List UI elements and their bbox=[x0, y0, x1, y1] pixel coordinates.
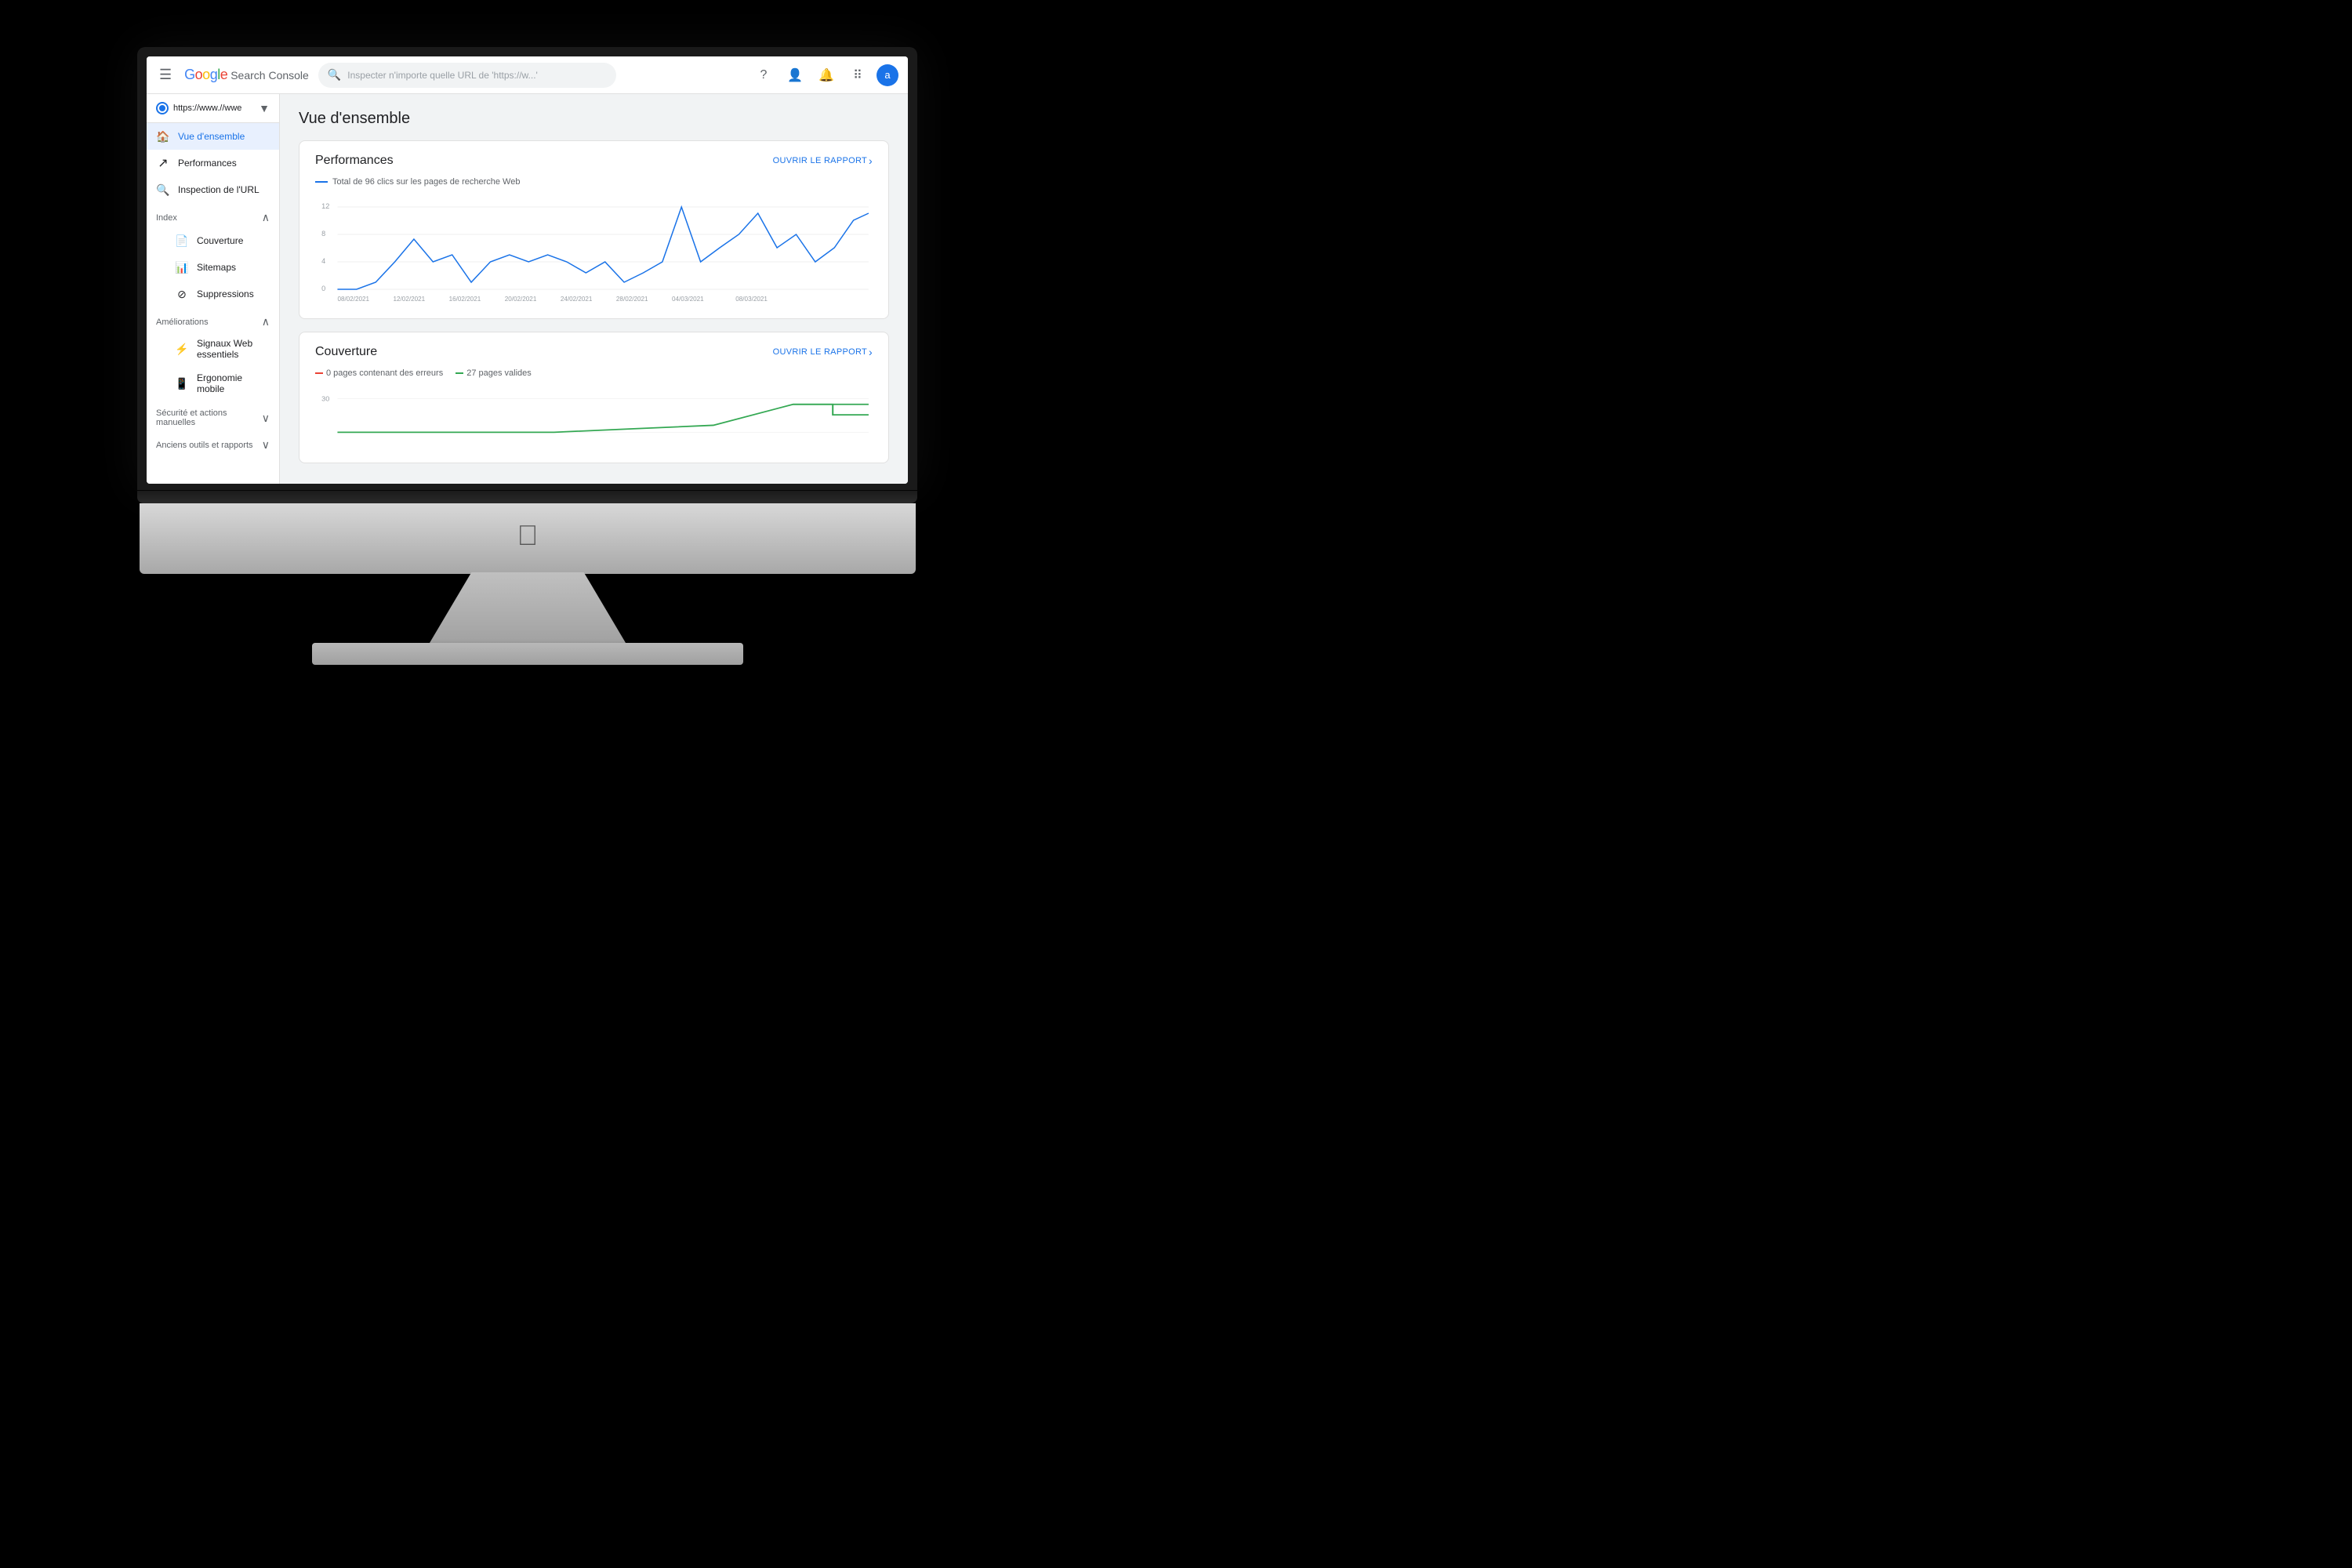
sidebar-item-label: Suppressions bbox=[197, 289, 254, 299]
coverage-icon: 📄 bbox=[175, 234, 189, 248]
apps-icon[interactable]: ⠿ bbox=[845, 63, 870, 88]
valid-legend: 27 pages valides bbox=[456, 368, 532, 378]
legend-line bbox=[315, 181, 328, 183]
card-header: Performances OUVRIR LE RAPPORT › bbox=[299, 141, 888, 174]
coverage-valid-line bbox=[337, 405, 868, 433]
svg-text:16/02/2021: 16/02/2021 bbox=[449, 296, 481, 303]
couverture-card: Couverture OUVRIR LE RAPPORT › 0 pages c… bbox=[299, 332, 889, 463]
sidebar-section-ameliorations[interactable]: Améliorations ∧ bbox=[147, 307, 279, 332]
svg-text:12: 12 bbox=[321, 202, 329, 210]
sidebar-section-index[interactable]: Index ∧ bbox=[147, 203, 279, 227]
navbar: ☰ Google Search Console 🔍 Inspecter n'im… bbox=[147, 56, 908, 94]
chevron-right-icon: › bbox=[869, 346, 873, 358]
notifications-icon[interactable]: 🔔 bbox=[814, 63, 839, 88]
card-subtitle: Total de 96 clics sur les pages de reche… bbox=[299, 174, 888, 193]
sidebar-item-suppressions[interactable]: ⊘ Suppressions bbox=[165, 281, 279, 307]
ameliorations-items: ⚡ Signaux Web essentiels 📱 Ergonomie mob… bbox=[147, 332, 279, 401]
card-title: Performances bbox=[315, 154, 394, 168]
sidebar-item-label: Signaux Web essentiels bbox=[197, 338, 270, 360]
svg-text:12/02/2021: 12/02/2021 bbox=[394, 296, 426, 303]
user-avatar[interactable]: a bbox=[877, 64, 898, 86]
searchconsole-wordmark: Search Console bbox=[230, 69, 309, 82]
error-legend-line bbox=[315, 372, 323, 374]
property-chevron-icon: ▼ bbox=[259, 102, 270, 114]
performance-line bbox=[337, 207, 868, 289]
svg-text:24/02/2021: 24/02/2021 bbox=[561, 296, 593, 303]
trend-icon: ↗ bbox=[156, 156, 170, 170]
help-icon[interactable]: ? bbox=[751, 63, 776, 88]
card-header: Couverture OUVRIR LE RAPPORT › bbox=[299, 332, 888, 365]
coverage-step bbox=[793, 405, 868, 415]
inspect-icon: 🔍 bbox=[156, 183, 170, 197]
property-icon bbox=[156, 102, 169, 114]
index-items: 📄 Couverture 📊 Sitemaps ⊘ Suppressions bbox=[147, 227, 279, 307]
svg-text:4: 4 bbox=[321, 257, 325, 265]
svg-text:08/03/2021: 08/03/2021 bbox=[735, 296, 768, 303]
valid-legend-line bbox=[456, 372, 463, 374]
menu-icon[interactable]: ☰ bbox=[156, 64, 175, 86]
navbar-actions: ? 👤 🔔 ⠿ a bbox=[751, 63, 898, 88]
main-layout: https://www.//wwe ▼ 🏠 Vue d'ensemble ↗ P… bbox=[147, 94, 908, 484]
home-icon: 🏠 bbox=[156, 129, 170, 143]
sidebar-item-sitemaps[interactable]: 📊 Sitemaps bbox=[165, 254, 279, 281]
sidebar-item-label: Couverture bbox=[197, 235, 243, 246]
sidebar-item-couverture[interactable]: 📄 Couverture bbox=[165, 227, 279, 254]
page-title: Vue d'ensemble bbox=[299, 110, 889, 128]
coverage-subtitle: 0 pages contenant des erreurs 27 pages v… bbox=[299, 365, 888, 384]
section-label: Anciens outils et rapports bbox=[156, 441, 253, 450]
property-url: https://www.//wwe bbox=[173, 103, 254, 113]
sidebar-item-label: Sitemaps bbox=[197, 262, 236, 273]
search-icon: 🔍 bbox=[328, 68, 341, 82]
gsc-app: ☰ Google Search Console 🔍 Inspecter n'im… bbox=[147, 56, 908, 484]
sidebar-item-signaux[interactable]: ⚡ Signaux Web essentiels bbox=[165, 332, 279, 366]
sidebar-item-label: Vue d'ensemble bbox=[178, 131, 245, 142]
section-label: Sécurité et actions manuelles bbox=[156, 408, 262, 427]
sidebar: https://www.//wwe ▼ 🏠 Vue d'ensemble ↗ P… bbox=[147, 94, 280, 484]
card-title: Couverture bbox=[315, 345, 377, 359]
svg-text:04/03/2021: 04/03/2021 bbox=[672, 296, 704, 303]
chevron-up-icon: ∧ bbox=[262, 315, 270, 328]
mobile-icon: 📱 bbox=[175, 376, 189, 390]
svg-text:30: 30 bbox=[321, 395, 329, 402]
svg-text:8: 8 bbox=[321, 230, 325, 238]
sidebar-section-anciens[interactable]: Anciens outils et rapports ∨ bbox=[147, 430, 279, 455]
search-bar[interactable]: 🔍 Inspecter n'importe quelle URL de 'htt… bbox=[318, 63, 616, 88]
sidebar-item-label: Performances bbox=[178, 158, 237, 169]
chevron-up-icon: ∧ bbox=[262, 211, 270, 224]
account-switch-icon[interactable]: 👤 bbox=[782, 63, 808, 88]
search-placeholder-text: Inspecter n'importe quelle URL de 'https… bbox=[347, 70, 538, 81]
apple-logo:  bbox=[517, 519, 539, 552]
removal-icon: ⊘ bbox=[175, 287, 189, 301]
svg-text:08/02/2021: 08/02/2021 bbox=[337, 296, 369, 303]
sitemap-icon: 📊 bbox=[175, 260, 189, 274]
sidebar-item-performances[interactable]: ↗ Performances bbox=[147, 150, 279, 176]
chevron-down-icon: ∨ bbox=[262, 412, 270, 425]
performances-card: Performances OUVRIR LE RAPPORT › Total d… bbox=[299, 140, 889, 319]
couverture-chart: 30 bbox=[299, 384, 888, 463]
svg-text:0: 0 bbox=[321, 285, 325, 292]
sidebar-section-securite[interactable]: Sécurité et actions manuelles ∨ bbox=[147, 401, 279, 430]
section-label: Améliorations bbox=[156, 318, 209, 327]
open-report-link[interactable]: OUVRIR LE RAPPORT › bbox=[773, 346, 873, 358]
svg-text:28/02/2021: 28/02/2021 bbox=[616, 296, 648, 303]
sidebar-item-vue[interactable]: 🏠 Vue d'ensemble bbox=[147, 123, 279, 150]
vitals-icon: ⚡ bbox=[175, 342, 189, 356]
open-report-link[interactable]: OUVRIR LE RAPPORT › bbox=[773, 154, 873, 167]
chevron-down-icon: ∨ bbox=[262, 438, 270, 452]
sidebar-item-ergonomie[interactable]: 📱 Ergonomie mobile bbox=[165, 366, 279, 401]
app-logo: Google Search Console bbox=[184, 67, 309, 83]
sidebar-item-inspection[interactable]: 🔍 Inspection de l'URL bbox=[147, 176, 279, 203]
error-legend: 0 pages contenant des erreurs bbox=[315, 368, 443, 378]
chevron-right-icon: › bbox=[869, 154, 873, 167]
sidebar-item-label: Ergonomie mobile bbox=[197, 372, 270, 394]
main-content: Vue d'ensemble Performances OUVRIR LE RA… bbox=[280, 94, 908, 484]
sidebar-item-label: Inspection de l'URL bbox=[178, 184, 260, 195]
property-selector[interactable]: https://www.//wwe ▼ bbox=[147, 94, 279, 123]
svg-text:20/02/2021: 20/02/2021 bbox=[505, 296, 537, 303]
google-wordmark: Google bbox=[184, 67, 227, 83]
section-label: Index bbox=[156, 213, 177, 223]
performances-chart: 12 8 4 0 bbox=[299, 193, 888, 318]
